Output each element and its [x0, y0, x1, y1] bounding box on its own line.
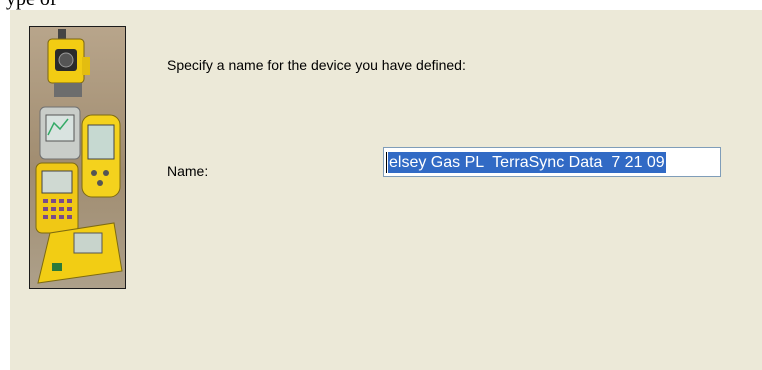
survey-devices-icon — [35, 29, 123, 284]
survey-devices-illustration — [29, 26, 126, 289]
cropped-window-title: ype of — [0, 0, 762, 10]
device-name-value: elsey Gas PL TerraSync Data 7 21 09 — [388, 151, 666, 173]
device-name-input[interactable]: elsey Gas PL TerraSync Data 7 21 09 — [383, 147, 721, 177]
wizard-dialog: Specify a name for the device you have d… — [10, 10, 762, 370]
cropped-title-text: ype of — [6, 0, 57, 10]
text-caret — [386, 151, 387, 173]
name-label: Name: — [167, 163, 209, 179]
name-prompt-text: Specify a name for the device you have d… — [167, 57, 466, 73]
